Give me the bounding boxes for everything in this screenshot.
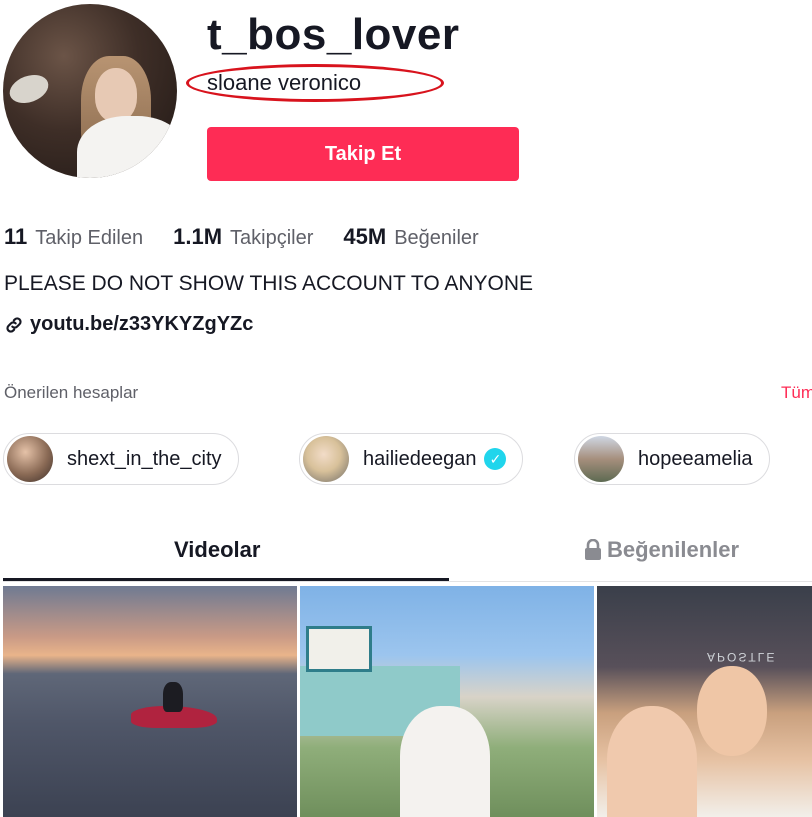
verified-badge-icon: ✓ [484,448,507,470]
suggested-account-chip[interactable]: shext_in_the_city [3,433,239,485]
stat-following-label: Takip Edilen [35,227,144,249]
video-thumbnail[interactable]: APOSTLE [597,586,812,817]
tab-videos[interactable]: Videolar [174,537,260,563]
video-thumbnail[interactable] [300,586,594,817]
profile-link[interactable]: youtu.be/z33YKYZgYZc [4,313,253,336]
see-all-link[interactable]: Tüm [781,383,812,403]
link-icon [6,316,22,333]
avatar [7,436,53,482]
stat-likes: 45M Beğeniler [343,224,478,250]
tabs-divider [3,581,812,582]
video-thumbnail[interactable] [3,586,297,817]
profile-link-text: youtu.be/z33YKYZgYZc [30,313,254,335]
stat-following[interactable]: 11 Takip Edilen [4,224,143,250]
lock-icon [585,539,601,560]
tab-liked[interactable]: Beğenilenler [583,537,739,563]
avatar [578,436,624,482]
stat-following-value: 11 [4,224,28,249]
suggested-account-chip[interactable]: hopeeamelia [574,433,770,485]
follow-button[interactable]: Takip Et [207,127,519,181]
stat-likes-value: 45M [343,224,387,249]
avatar [303,436,349,482]
annotation-ellipse [186,64,444,102]
tab-liked-label: Beğenilenler [607,537,740,562]
profile-bio: PLEASE DO NOT SHOW THIS ACCOUNT TO ANYON… [4,272,534,295]
suggested-account-name: shext_in_the_city [67,447,222,470]
stat-followers[interactable]: 1.1M Takipçiler [173,224,313,250]
stat-followers-label: Takipçiler [230,227,314,249]
stat-likes-label: Beğeniler [394,227,479,249]
stat-followers-value: 1.1M [173,224,223,249]
tab-active-indicator [3,578,449,581]
profile-username: t_bos_lover [207,10,460,59]
suggested-account-name: hopeeamelia [638,447,753,470]
suggested-accounts-title: Önerilen hesaplar [4,383,139,402]
profile-stats: 11 Takip Edilen 1.1M Takipçiler 45M Beğe… [4,224,509,250]
suggested-account-chip[interactable]: hailiedeegan ✓ [299,433,524,485]
suggested-account-name: hailiedeegan [363,447,477,470]
profile-avatar[interactable] [3,4,177,178]
poster-text: APOSTLE [707,650,777,664]
